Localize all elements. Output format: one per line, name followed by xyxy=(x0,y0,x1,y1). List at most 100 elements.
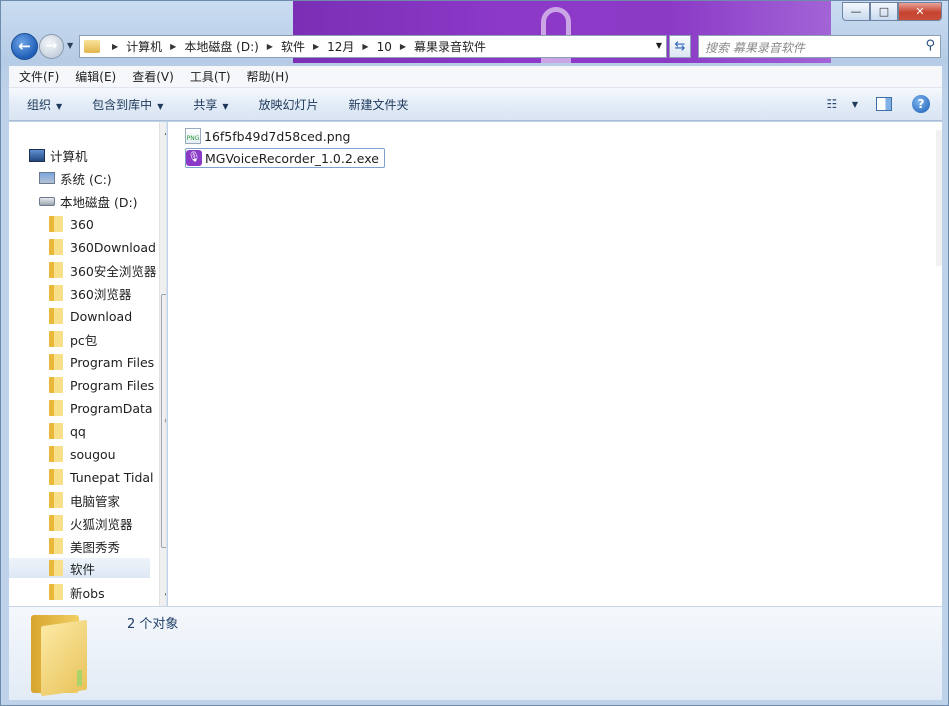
close-button[interactable]: ✕ xyxy=(898,2,942,21)
tree-item-drive-c[interactable]: 系统 (C:) xyxy=(39,168,112,188)
forward-button[interactable]: → xyxy=(39,34,64,59)
organize-label: 组织 xyxy=(27,97,52,112)
tree-item-folder[interactable]: 360安全浏览器 xyxy=(49,260,156,280)
tree-item-folder[interactable]: Tunepat Tidal xyxy=(49,467,154,487)
tree-item-label: sougou xyxy=(70,446,116,462)
chevron-down-icon: ▼ xyxy=(222,101,229,111)
file-item-exe[interactable]: 🎙 MGVoiceRecorder_1.0.2.exe xyxy=(185,148,385,168)
folder-icon xyxy=(49,262,63,278)
nav-scrollbar[interactable]: ▲ ≡ ▼ xyxy=(159,122,166,606)
explorer-window: — □ ✕ ← → ▼ ▶ 计算机 ▶ 本地磁盘 (D:) ▶ 软件 ▶ 12月… xyxy=(0,0,949,706)
menu-view[interactable]: 查看(V) xyxy=(132,68,174,85)
tree-item-label: 本地磁盘 (D:) xyxy=(60,194,138,210)
back-button[interactable]: ← xyxy=(11,33,38,60)
chevron-down-icon: ▼ xyxy=(157,101,164,111)
scroll-up-arrow-icon[interactable]: ▲ xyxy=(160,124,166,140)
item-count: 2 个对象 xyxy=(127,617,179,632)
breadcrumb-computer[interactable]: 计算机 xyxy=(126,38,162,55)
new-folder-button[interactable]: 新建文件夹 xyxy=(349,96,409,113)
maximize-button[interactable]: □ xyxy=(870,2,898,21)
breadcrumb-software[interactable]: 软件 xyxy=(281,38,305,55)
tree-item-folder-selected[interactable]: 软件 xyxy=(9,558,150,578)
folder-icon xyxy=(49,423,63,439)
chevron-right-icon[interactable]: ▶ xyxy=(313,42,319,51)
chevron-right-icon[interactable]: ▶ xyxy=(362,42,368,51)
tree-item-label: Program Files xyxy=(70,354,155,370)
address-dropdown-icon[interactable]: ▼ xyxy=(656,41,662,50)
tree-item-folder[interactable]: pc包 xyxy=(49,329,97,349)
tree-item-computer[interactable]: 计算机 xyxy=(29,145,88,165)
tree-item-label: 360安全浏览器 xyxy=(70,263,157,279)
breadcrumb-drive-d[interactable]: 本地磁盘 (D:) xyxy=(184,38,258,55)
tree-item-folder[interactable]: 360浏览器 xyxy=(49,283,131,303)
tree-item-folder[interactable]: Program Files xyxy=(49,352,154,372)
scroll-down-arrow-icon[interactable]: ▼ xyxy=(160,588,166,604)
minimize-button[interactable]: — xyxy=(842,2,870,21)
tree-item-drive-d[interactable]: 本地磁盘 (D:) xyxy=(39,191,138,211)
folder-icon xyxy=(49,469,63,485)
history-dropdown-icon[interactable]: ▼ xyxy=(67,41,73,50)
include-in-library-button[interactable]: 包含到库中 ▼ xyxy=(92,96,163,113)
slideshow-button[interactable]: 放映幻灯片 xyxy=(259,96,319,113)
tree-item-folder[interactable]: ProgramData xyxy=(49,398,153,418)
folder-icon xyxy=(49,216,63,232)
menu-tools[interactable]: 工具(T) xyxy=(190,68,231,85)
chevron-right-icon[interactable]: ▶ xyxy=(170,42,176,51)
navigation-pane: 计算机 系统 (C:) 本地磁盘 (D:) 360 360Download 36… xyxy=(9,122,167,606)
preview-pane-icon[interactable] xyxy=(876,97,892,111)
tree-item-label: 软件 xyxy=(70,561,96,577)
folder-icon xyxy=(49,377,63,393)
chevron-right-icon[interactable]: ▶ xyxy=(400,42,406,51)
tree-item-folder[interactable]: 电脑管家 xyxy=(49,490,120,510)
menu-file[interactable]: 文件(F) xyxy=(19,68,59,85)
image-file-icon: PNG xyxy=(185,128,201,144)
chevron-right-icon[interactable]: ▶ xyxy=(112,42,118,51)
chevron-down-icon[interactable]: ▼ xyxy=(852,100,858,109)
tree-item-label: 系统 (C:) xyxy=(60,171,112,187)
microphone-app-icon: 🎙 xyxy=(186,150,202,166)
chevron-down-icon: ▼ xyxy=(56,101,63,111)
menu-bar: 文件(F) 编辑(E) 查看(V) 工具(T) 帮助(H) xyxy=(9,66,942,88)
folder-icon xyxy=(49,538,63,554)
tree-item-folder[interactable]: Program Files xyxy=(49,375,154,395)
file-name: 16f5fb49d7d58ced.png xyxy=(204,128,351,144)
menu-edit[interactable]: 编辑(E) xyxy=(75,68,116,85)
tree-item-folder[interactable]: 火狐浏览器 xyxy=(49,513,133,533)
search-input[interactable]: 搜索 幕果录音软件 ⚲ xyxy=(698,35,941,58)
tree-item-folder[interactable]: 新obs xyxy=(49,582,105,602)
menu-help[interactable]: 帮助(H) xyxy=(247,68,289,85)
share-button[interactable]: 共享 ▼ xyxy=(193,96,228,113)
tree-item-folder[interactable]: qq xyxy=(49,421,86,441)
organize-button[interactable]: 组织 ▼ xyxy=(27,96,62,113)
file-item-png[interactable]: PNG 16f5fb49d7d58ced.png xyxy=(185,126,356,146)
navigation-row: ← → ▼ ▶ 计算机 ▶ 本地磁盘 (D:) ▶ 软件 ▶ 12月 ▶ 10 … xyxy=(9,33,941,61)
change-view-icon[interactable]: ☷ xyxy=(824,97,840,111)
details-pane: 2 个对象 xyxy=(9,606,942,700)
refresh-button[interactable]: ⇆ xyxy=(669,35,691,58)
tree-item-label: Tunepat Tidal xyxy=(70,469,154,485)
tree-item-folder[interactable]: 360 xyxy=(49,214,94,234)
address-bar[interactable]: ▶ 计算机 ▶ 本地磁盘 (D:) ▶ 软件 ▶ 12月 ▶ 10 ▶ 幕果录音… xyxy=(79,35,667,58)
tree-item-folder[interactable]: Download xyxy=(49,306,132,326)
help-icon[interactable]: ? xyxy=(912,95,930,113)
tree-item-folder[interactable]: 360Download xyxy=(49,237,156,257)
tree-item-label: 360Download xyxy=(70,239,156,255)
breadcrumb-december[interactable]: 12月 xyxy=(327,38,354,55)
scrollbar-thumb[interactable]: ≡ xyxy=(161,294,166,548)
include-in-library-label: 包含到库中 xyxy=(92,97,153,112)
file-list: PNG 16f5fb49d7d58ced.png 🎙 MGVoiceRecord… xyxy=(168,122,942,606)
breadcrumb-10[interactable]: 10 xyxy=(377,40,392,54)
tree-item-folder[interactable]: sougou xyxy=(49,444,116,464)
tree-item-folder[interactable]: 美图秀秀 xyxy=(49,536,120,556)
system-drive-icon xyxy=(39,172,55,184)
file-name: MGVoiceRecorder_1.0.2.exe xyxy=(205,150,379,166)
folder-icon xyxy=(84,40,100,53)
computer-icon xyxy=(29,148,45,162)
large-folder-icon xyxy=(31,615,91,697)
search-icon[interactable]: ⚲ xyxy=(925,38,935,53)
folder-icon xyxy=(49,354,63,370)
folder-icon xyxy=(49,285,63,301)
chevron-right-icon[interactable]: ▶ xyxy=(267,42,273,51)
caption-buttons: — □ ✕ xyxy=(842,2,942,21)
breadcrumb-current[interactable]: 幕果录音软件 xyxy=(414,38,486,55)
